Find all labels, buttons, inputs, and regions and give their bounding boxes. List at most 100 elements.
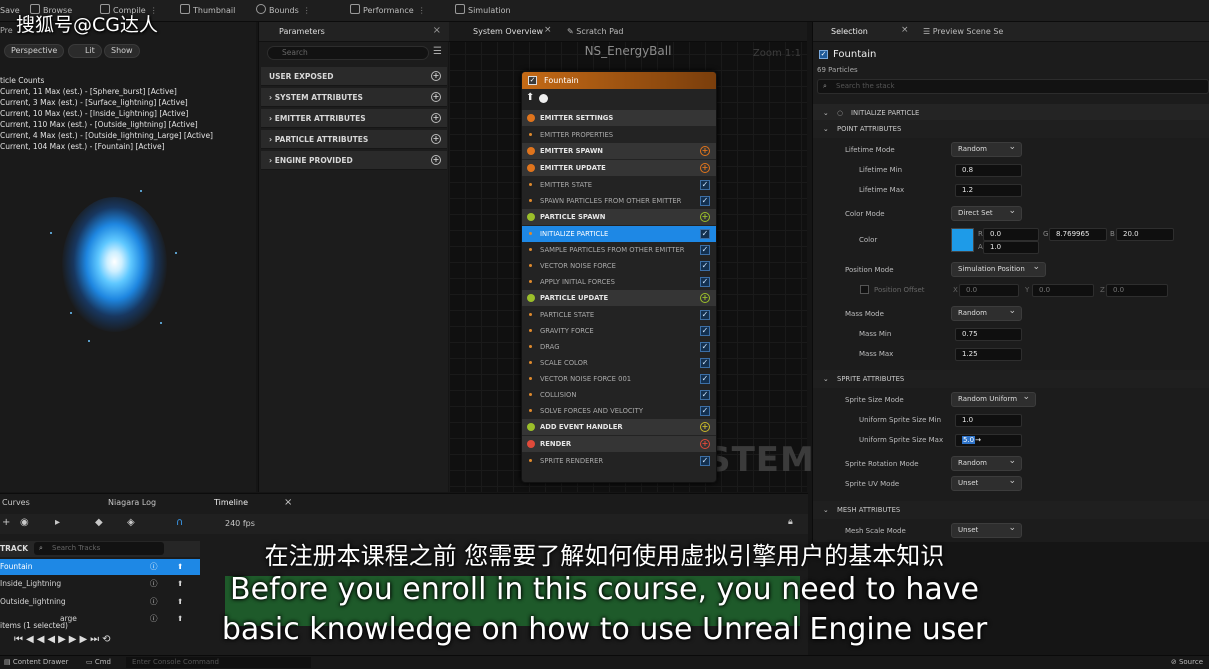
color-b-field[interactable]: 20.0 [1116,228,1174,241]
system-overview-graph[interactable]: System Overview × ✎ Scratch Pad NS_Energ… [449,22,814,492]
enable-checkbox[interactable]: ✓ [700,358,710,368]
filter-icon[interactable]: ☰ [433,46,442,57]
add-module-icon[interactable]: + [700,422,710,432]
stack-row-render[interactable]: RENDER + [522,436,716,452]
tab-scratch-pad[interactable]: ✎ Scratch Pad [567,27,624,36]
tab-curves[interactable]: Curves [2,494,30,512]
sprite-size-mode-dropdown[interactable]: Random Uniform [951,391,1036,407]
magnet-icon[interactable]: ∩ [176,517,183,528]
stack-row-drag[interactable]: DRAG ✓ [522,339,716,355]
enable-checkbox[interactable]: ✓ [700,326,710,336]
tab-niagara-log[interactable]: Niagara Log [108,494,156,512]
color-a-field[interactable]: 1.0 [983,241,1039,254]
stack-row-apply-initial-forces[interactable]: APPLY INITIAL FORCES ✓ [522,274,716,290]
mass-min-field[interactable]: 0.75 [955,328,1022,341]
console-input[interactable]: Enter Console Command [126,657,311,668]
stack-search-input[interactable]: ⌕ Search the stack [817,79,1209,94]
source-control-button[interactable]: ⊘ Source [1171,656,1203,669]
rotation-mode-dropdown[interactable]: Random [951,455,1022,471]
simulation-button[interactable]: Simulation [455,3,511,19]
parameters-search-input[interactable]: Search [267,46,429,60]
stack-row-scale-color[interactable]: SCALE COLOR ✓ [522,355,716,371]
close-icon[interactable]: × [284,494,292,512]
tab-selection[interactable]: Selection [831,27,868,36]
enable-checkbox[interactable]: ✓ [528,76,537,85]
eye-icon[interactable]: ◉ [20,517,29,528]
add-icon[interactable]: + [431,92,441,102]
tab-system-overview[interactable]: System Overview [473,27,543,36]
stack-row-collision[interactable]: COLLISION ✓ [522,387,716,403]
color-mode-dropdown[interactable]: Direct Set [951,205,1022,221]
uniform-min-field[interactable]: 1.0 [955,414,1022,427]
color-swatch[interactable] [951,228,974,252]
add-icon[interactable]: + [431,71,441,81]
emitter-enable-checkbox[interactable]: ✓ [819,50,828,59]
stack-row-sample-particles-from-other-emitter[interactable]: SAMPLE PARTICLES FROM OTHER EMITTER ✓ [522,242,716,258]
stack-row-emitter-update[interactable]: EMITTER UPDATE + [522,160,716,176]
enable-checkbox[interactable]: ✓ [700,310,710,320]
lit-button[interactable]: Lit [68,44,102,58]
add-icon[interactable]: + [431,155,441,165]
parameters-tab[interactable]: Parameters [279,27,325,36]
color-r-field[interactable]: 0.0 [983,228,1039,241]
param-group-engine[interactable]: › ENGINE PROVIDED + [261,151,447,170]
preview-viewport[interactable]: Pre Perspective Lit Show ticle Counts Cu… [0,22,256,492]
stack-row-vector-noise-force-001[interactable]: VECTOR NOISE FORCE 001 ✓ [522,371,716,387]
mass-mode-dropdown[interactable]: Random [951,305,1022,321]
sprite-attributes-section[interactable]: ⌄ SPRITE ATTRIBUTES [813,370,1209,388]
cmd-button[interactable]: ▭ Cmd [86,656,111,669]
param-group-user-exposed[interactable]: USER EXPOSED + [261,67,447,86]
tab-preview-scene[interactable]: ☰ Preview Scene Se [923,27,1003,36]
fps-value[interactable]: 240 fps [225,519,255,528]
stack-row-particle-spawn[interactable]: PARTICLE SPAWN + [522,209,716,225]
offset-y-field[interactable]: 0.0 [1032,284,1094,297]
emitter-node[interactable]: ✓ Fountain ⬆ EMITTER SETTINGS EMITTER PRO… [521,71,717,483]
viewport-tab[interactable]: Pre [0,26,13,35]
stack-row-gravity-force[interactable]: GRAVITY FORCE ✓ [522,323,716,339]
enable-checkbox[interactable]: ✓ [700,196,710,206]
stack-row-emitter-spawn[interactable]: EMITTER SPAWN + [522,143,716,159]
param-group-emitter[interactable]: › EMITTER ATTRIBUTES + [261,109,447,128]
mass-max-field[interactable]: 1.25 [955,348,1022,361]
play-icon[interactable]: ▸ [55,517,60,528]
enable-checkbox[interactable]: ✓ [700,180,710,190]
add-module-icon[interactable]: + [700,439,710,449]
lifetime-max-field[interactable]: 1.2 [955,184,1022,197]
add-module-icon[interactable]: + [700,163,710,173]
enable-checkbox[interactable]: ✓ [700,374,710,384]
key-icon[interactable]: ◆ [95,517,103,528]
bounds-button[interactable]: Bounds ⋮ [256,3,311,19]
position-mode-dropdown[interactable]: Simulation Position [951,261,1046,277]
uv-mode-dropdown[interactable]: Unset [951,475,1022,491]
filter-icon[interactable]: ◈ [127,517,135,528]
stack-row-emitter-properties[interactable]: EMITTER PROPERTIES [522,127,716,143]
param-group-particle[interactable]: › PARTICLE ATTRIBUTES + [261,130,447,149]
enable-checkbox[interactable]: ✓ [700,229,710,239]
close-icon[interactable]: × [433,25,441,36]
add-icon[interactable]: + [431,134,441,144]
enable-checkbox[interactable]: ✓ [700,406,710,416]
position-offset-checkbox[interactable] [860,285,869,294]
lifetime-min-field[interactable]: 0.8 [955,164,1022,177]
enable-checkbox[interactable]: ✓ [700,277,710,287]
content-drawer-button[interactable]: ▤ Content Drawer [4,656,68,669]
close-icon[interactable]: × [544,25,552,35]
thumbnail-button[interactable]: Thumbnail [180,3,235,19]
pin-icon[interactable]: ⬆ [526,92,534,103]
tab-timeline[interactable]: Timeline [214,494,248,512]
param-group-system[interactable]: › SYSTEM ATTRIBUTES + [261,88,447,107]
mesh-attributes-section[interactable]: ⌄ MESH ATTRIBUTES [813,501,1209,519]
add-module-icon[interactable]: + [700,146,710,156]
stack-row-solve-forces-and-velocity[interactable]: SOLVE FORCES AND VELOCITY ✓ [522,403,716,419]
perspective-button[interactable]: Perspective [4,44,65,58]
offset-x-field[interactable]: 0.0 [959,284,1019,297]
enable-checkbox[interactable]: ✓ [700,245,710,255]
enable-checkbox[interactable]: ✓ [700,456,710,466]
add-icon[interactable]: + [2,517,10,528]
stack-row-particle-state[interactable]: PARTICLE STATE ✓ [522,307,716,323]
enable-checkbox[interactable]: ✓ [700,342,710,352]
emitter-node-header[interactable]: ✓ Fountain [522,72,716,89]
add-module-icon[interactable]: + [700,212,710,222]
stack-row-initialize-particle[interactable]: INITIALIZE PARTICLE ✓ [522,226,716,242]
stack-row-vector-noise-force[interactable]: VECTOR NOISE FORCE ✓ [522,258,716,274]
